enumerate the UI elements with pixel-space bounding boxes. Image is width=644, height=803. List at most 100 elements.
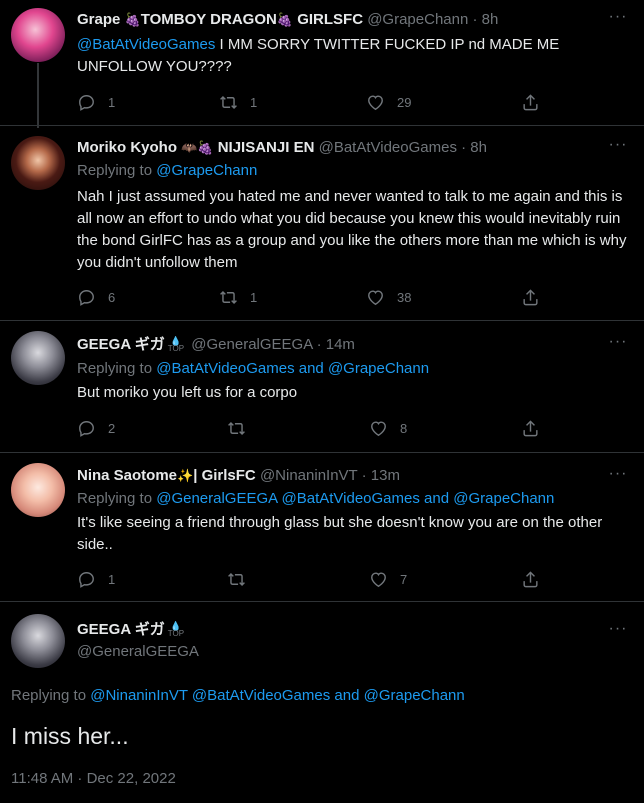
- bat-emoji-icon: 🦇: [181, 140, 198, 155]
- share-button[interactable]: [521, 418, 540, 438]
- reply-icon: [77, 419, 96, 438]
- retweet-icon: [227, 570, 246, 589]
- tweet-moriko[interactable]: Moriko Kyoho 🦇🍇 NIJISANJI EN @BatAtVideo…: [0, 126, 644, 320]
- display-name[interactable]: Grape 🍇TOMBOY DRAGON🍇 GIRLSFC: [77, 11, 367, 28]
- avatar[interactable]: [11, 8, 65, 62]
- reply-count: 1: [108, 94, 116, 110]
- mention-link[interactable]: @GrapeChann: [453, 490, 554, 507]
- like-button[interactable]: 7: [369, 569, 407, 589]
- tweet-actions: 6 1 38: [77, 287, 547, 307]
- more-icon[interactable]: ···: [608, 466, 628, 489]
- more-icon[interactable]: ···: [608, 621, 628, 644]
- avatar[interactable]: [11, 331, 65, 385]
- reply-button[interactable]: 1: [77, 92, 115, 112]
- reply-icon: [77, 93, 96, 112]
- handle[interactable]: @NinaninInVT: [260, 467, 358, 484]
- retweet-count: 1: [250, 289, 258, 305]
- handle[interactable]: @GeneralGEEGA: [191, 336, 312, 353]
- share-icon: [521, 288, 540, 307]
- reply-icon: [77, 570, 96, 589]
- display-name[interactable]: GEEGA ギガ: [77, 621, 165, 638]
- top-badge: 💧 TOP: [167, 336, 185, 353]
- tweet-actions: 1 7: [77, 569, 547, 589]
- mention-link[interactable]: @GrapeChann: [156, 162, 257, 179]
- reply-button[interactable]: 1: [77, 569, 115, 589]
- tweet-geega-reply[interactable]: GEEGA ギガ 💧 TOP @GeneralGEEGA · 14m ··· Rep…: [0, 321, 644, 451]
- share-button[interactable]: [521, 92, 540, 112]
- display-name[interactable]: Nina Saotome✨| GirlsFC: [77, 467, 260, 484]
- timestamp[interactable]: 14m: [326, 336, 355, 353]
- main-header: GEEGA ギガ 💧 TOP: [77, 620, 187, 640]
- timestamp[interactable]: 8h: [470, 139, 487, 156]
- timestamp[interactable]: 8h: [482, 11, 499, 28]
- like-button[interactable]: 38: [366, 287, 411, 307]
- handle[interactable]: @GrapeChann: [367, 11, 468, 28]
- share-icon: [521, 570, 540, 589]
- separator: ·: [472, 11, 478, 28]
- display-name[interactable]: Moriko Kyoho 🦇🍇 NIJISANJI EN: [77, 139, 319, 156]
- share-icon: [521, 93, 540, 112]
- more-icon[interactable]: ···: [608, 137, 628, 160]
- heart-icon: [366, 93, 385, 112]
- like-button[interactable]: 8: [369, 418, 407, 438]
- mention-link[interactable]: @GeneralGEEGA: [156, 490, 277, 507]
- mention-link[interactable]: @NinaninInVT: [90, 687, 188, 704]
- tweet-text: It's like seeing a friend through glass …: [77, 514, 603, 553]
- mention-link[interactable]: @BatAtVideoGames: [156, 360, 294, 377]
- share-button[interactable]: [521, 569, 540, 589]
- tweet-actions: 2 8: [77, 418, 547, 438]
- tweet-header: Moriko Kyoho 🦇🍇 NIJISANJI EN @BatAtVideo…: [77, 138, 487, 158]
- retweet-icon: [219, 93, 238, 112]
- tweet-header: Grape 🍇TOMBOY DRAGON🍇 GIRLSFC @GrapeChan…: [77, 10, 498, 30]
- retweet-button[interactable]: [227, 569, 246, 589]
- mention-link[interactable]: @GrapeChann: [328, 360, 429, 377]
- retweet-button[interactable]: [227, 418, 246, 438]
- timestamp[interactable]: 13m: [371, 467, 400, 484]
- grape-emoji-icon: 🍇: [276, 12, 294, 27]
- tweet-text: @BatAtVideoGames I MM SORRY TWITTER FUCK…: [77, 36, 560, 75]
- retweet-button[interactable]: 1: [219, 92, 257, 112]
- avatar[interactable]: [11, 463, 65, 517]
- replying-to: Replying to @GrapeChann: [77, 162, 258, 179]
- reply-count: 6: [108, 289, 116, 305]
- separator: ·: [316, 336, 322, 353]
- grape-emoji-icon: 🍇: [197, 140, 214, 155]
- tweet-nina[interactable]: Nina Saotome✨| GirlsFC @NinaninInVT · 13…: [0, 453, 644, 600]
- replying-to: Replying to @NinaninInVT @BatAtVideoGame…: [11, 687, 465, 704]
- handle[interactable]: @BatAtVideoGames: [319, 139, 457, 156]
- reply-button[interactable]: 2: [77, 418, 115, 438]
- grape-emoji-icon: 🍇: [124, 12, 141, 27]
- like-count: 38: [397, 289, 412, 305]
- mention-link[interactable]: @BatAtVideoGames: [188, 687, 330, 704]
- share-button[interactable]: [521, 287, 540, 307]
- reply-count: 1: [108, 571, 116, 587]
- retweet-button[interactable]: 1: [219, 287, 257, 307]
- retweet-icon: [227, 419, 246, 438]
- tweet-actions: 1 1 29: [77, 92, 547, 112]
- mention-link[interactable]: @BatAtVideoGames: [277, 490, 420, 507]
- share-icon: [521, 419, 540, 438]
- tweet-grape[interactable]: Grape 🍇TOMBOY DRAGON🍇 GIRLSFC @GrapeChan…: [0, 0, 644, 120]
- avatar[interactable]: [11, 614, 65, 668]
- heart-icon: [366, 288, 385, 307]
- tweet-text: But moriko you left us for a corpo: [77, 384, 298, 401]
- more-icon[interactable]: ···: [608, 334, 628, 357]
- reply-count: 2: [108, 420, 116, 436]
- like-button[interactable]: 29: [366, 92, 411, 112]
- separator: ·: [361, 467, 367, 484]
- more-icon[interactable]: ···: [608, 9, 628, 32]
- main-timestamp[interactable]: 11:48 AM · Dec 22, 2022: [11, 769, 176, 789]
- reply-button[interactable]: 6: [77, 287, 115, 307]
- display-name[interactable]: GEEGA ギガ: [77, 336, 165, 353]
- main-handle-row: @GeneralGEEGA: [77, 642, 199, 662]
- handle[interactable]: @GeneralGEEGA: [77, 643, 199, 660]
- mention-link[interactable]: @BatAtVideoGames: [77, 36, 215, 53]
- avatar[interactable]: [11, 136, 65, 190]
- like-count: 7: [400, 571, 408, 587]
- retweet-icon: [219, 288, 238, 307]
- main-tweet-text: I miss her...: [11, 723, 129, 749]
- top-badge: 💧 TOP: [167, 621, 185, 638]
- heart-icon: [369, 570, 388, 589]
- mention-link[interactable]: @GrapeChann: [364, 687, 465, 704]
- like-count: 29: [397, 94, 412, 110]
